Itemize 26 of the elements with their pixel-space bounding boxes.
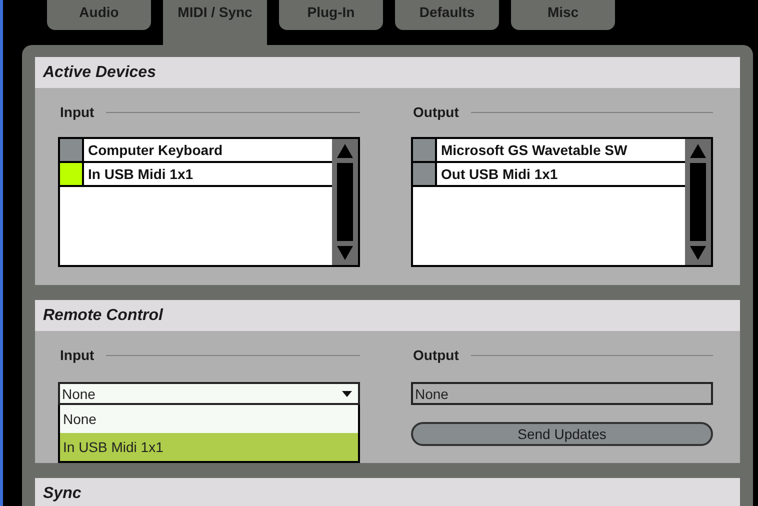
section-header: Active Devices (35, 57, 740, 88)
scroll-up-icon[interactable] (689, 143, 707, 159)
send-updates-button[interactable]: Send Updates (411, 422, 713, 446)
scroll-down-icon[interactable] (689, 245, 707, 261)
device-toggle[interactable] (413, 163, 437, 185)
device-toggle[interactable] (60, 163, 84, 185)
device-name[interactable]: Computer Keyboard (84, 139, 223, 161)
output-field[interactable]: None (411, 382, 713, 405)
scroll-bar[interactable] (685, 139, 711, 265)
input-dropdown[interactable]: None (58, 382, 360, 405)
section-header: Remote Control (35, 300, 740, 331)
group-label: Input (60, 104, 94, 120)
device-name[interactable]: In USB Midi 1x1 (84, 163, 194, 185)
device-toggle[interactable] (60, 139, 84, 161)
group-label: Input (60, 347, 94, 363)
group-label: Output (413, 347, 459, 363)
device-name[interactable]: Out USB Midi 1x1 (437, 163, 558, 185)
scroll-bar[interactable] (332, 139, 358, 265)
dropdown-option[interactable]: In USB Midi 1x1 (60, 433, 358, 461)
device-toggle[interactable] (413, 139, 437, 161)
scroll-down-icon[interactable] (336, 245, 354, 261)
section-header: Sync (35, 478, 740, 506)
scroll-up-icon[interactable] (336, 143, 354, 159)
device-name[interactable]: Microsoft GS Wavetable SW (437, 139, 628, 161)
caret-icon (342, 390, 352, 396)
group-label: Output (413, 104, 459, 120)
